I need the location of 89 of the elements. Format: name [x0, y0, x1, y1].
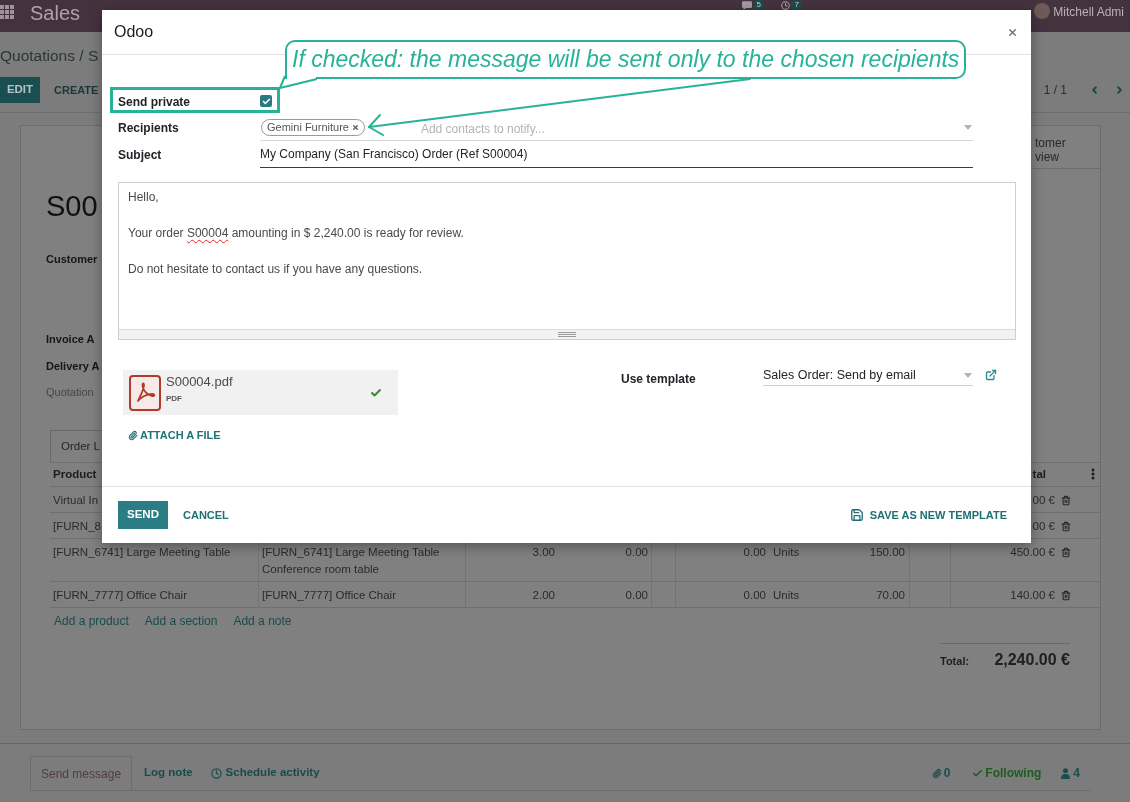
attachments-count[interactable]: 0: [931, 764, 951, 782]
amount-value: 450.00 €: [1010, 546, 1055, 558]
unit-label: Units: [773, 546, 800, 558]
grip-icon: [558, 332, 576, 337]
notification-badge: 7: [791, 0, 803, 10]
quantity-value: 0.00: [625, 546, 648, 558]
caret-icon: [964, 373, 972, 378]
product-name: [FURN_7777] Office Chair: [53, 589, 187, 601]
chatter-tab[interactable]: Send message: [30, 756, 133, 790]
trash-icon[interactable]: [1061, 521, 1071, 532]
add-line-link[interactable]: Add a section: [144, 612, 218, 630]
send-button[interactable]: SEND: [118, 501, 168, 529]
column-header[interactable]: Product: [53, 468, 97, 480]
user-icon: [1061, 767, 1071, 779]
field-label: Delivery A: [46, 358, 100, 374]
unit-label: Units: [773, 589, 800, 601]
total-amount: 2,240.00 €: [994, 650, 1070, 670]
pdf-file-icon: [129, 374, 161, 411]
trash-icon[interactable]: [1061, 547, 1071, 558]
field-label: Quotation: [46, 385, 94, 400]
dialog-title: Odoo: [114, 22, 154, 42]
close-icon: [1006, 26, 1018, 38]
chat-icon[interactable]: [742, 1, 753, 10]
product-name: [FURN_6741] Large Meeting Table: [53, 546, 231, 558]
clock-icon: [210, 767, 222, 779]
field-label: Subject: [118, 146, 162, 164]
resize-handle[interactable]: [119, 329, 1015, 339]
quantity-value: 0.00: [625, 589, 648, 601]
message-paragraph: Hello,: [128, 189, 159, 206]
quantity-value: 0.00: [743, 546, 766, 558]
attachment-card[interactable]: S00004.pdf PDF: [123, 370, 398, 415]
edit-button[interactable]: EDIT: [0, 77, 40, 103]
attach-file-link[interactable]: ATTACH A FILE: [128, 427, 221, 443]
next-page-icon[interactable]: [1114, 83, 1125, 97]
quantity-value: 3.00: [532, 546, 555, 558]
app-name[interactable]: Sales: [30, 1, 81, 25]
amount-value: 00 €: [1032, 494, 1055, 506]
file-name: S00004.pdf: [166, 374, 233, 390]
price-value: 70.00: [876, 589, 905, 601]
file-type: PDF: [166, 394, 182, 404]
message-editor[interactable]: Hello, Your order S00004 amounting in $ 2,240.00 is ready for review. Do not hesitate to contact us if you have any questions.: [118, 182, 1016, 340]
caret-icon: [964, 124, 972, 130]
pager-text: 1 / 1: [1043, 82, 1067, 99]
avatar-placeholder[interactable]: [1034, 3, 1051, 19]
quantity-value: 2.00: [532, 589, 555, 601]
trash-icon[interactable]: [1061, 590, 1071, 601]
total-label: Total:: [940, 654, 970, 669]
cancel-button[interactable]: CANCEL: [183, 506, 229, 524]
smart-button[interactable]: tomer view: [1033, 126, 1100, 169]
save-template-button[interactable]: SAVE AS NEW TEMPLATE: [849, 506, 1007, 524]
apps-menu-icon[interactable]: [0, 5, 14, 19]
external-link-icon[interactable]: [985, 369, 997, 381]
add-line-link[interactable]: Add a note: [233, 612, 292, 630]
breadcrumb[interactable]: Quotations / S: [0, 44, 99, 68]
followers-count[interactable]: 4: [1061, 764, 1080, 782]
record-title: S00: [46, 192, 98, 220]
remove-icon[interactable]: [351, 123, 359, 131]
amount-value: 140.00 €: [1010, 589, 1055, 601]
recipients-field[interactable]: Gemini Furniture Add contacts to notify...: [260, 114, 973, 141]
previous-page-icon[interactable]: [1089, 83, 1100, 97]
send-private-checkbox[interactable]: [260, 95, 272, 107]
product-name: Virtual In: [53, 494, 99, 506]
create-button[interactable]: CREATE: [54, 81, 99, 99]
field-label: Use template: [621, 372, 696, 386]
message-paragraph: Your order S00004 amounting in $ 2,240.00 is ready for review.: [128, 225, 464, 242]
message-paragraph: Do not hesitate to contact us if you have any questions.: [128, 261, 423, 278]
trash-icon[interactable]: [1061, 495, 1071, 506]
chatter-tab[interactable]: Log note: [138, 756, 199, 790]
chatter-tab[interactable]: Schedule activity: [204, 756, 326, 790]
line-description: [FURN_7777] Office Chair: [262, 589, 396, 601]
amount-value: 00 €: [1032, 520, 1055, 532]
field-label: Customer: [46, 252, 98, 267]
column-header[interactable]: tal: [1032, 468, 1046, 480]
clock-icon[interactable]: [781, 1, 791, 10]
add-line-link[interactable]: Add a product: [54, 612, 129, 630]
field-label: Recipients: [118, 119, 179, 137]
subject-field[interactable]: My Company (San Francisco) Order (Ref S00004): [260, 141, 973, 168]
field-label: Send private: [118, 95, 191, 109]
quantity-value: 0.00: [743, 589, 766, 601]
line-description: [FURN_6741] Large Meeting Table Conference room table: [262, 546, 440, 575]
paperclip-icon: [128, 429, 138, 441]
user-name[interactable]: Mitchell Admi: [1053, 4, 1124, 20]
field-label: Invoice A: [46, 332, 95, 347]
template-select[interactable]: Sales Order: Send by email: [763, 366, 973, 386]
paperclip-icon: [931, 767, 942, 779]
notification-badge: 5: [753, 0, 765, 10]
price-value: 150.00: [869, 546, 905, 558]
product-name: [FURN_8: [53, 520, 101, 532]
kebab-menu-icon[interactable]: [1091, 468, 1095, 480]
